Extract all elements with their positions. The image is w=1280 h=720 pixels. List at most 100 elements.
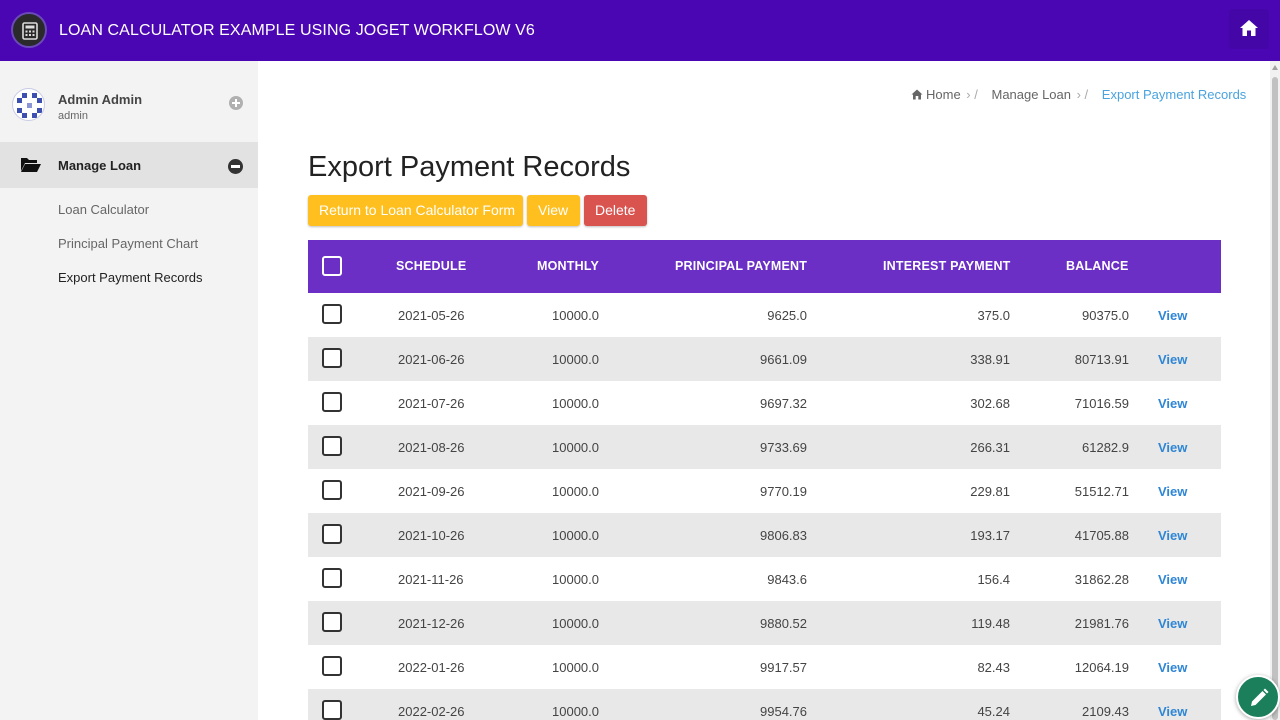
row-view-link[interactable]: View bbox=[1158, 616, 1187, 631]
return-to-form-button[interactable]: Return to Loan Calculator Form bbox=[308, 195, 523, 226]
row-view-link[interactable]: View bbox=[1158, 440, 1187, 455]
table-row[interactable]: 2021-05-26 10000.0 9625.0 375.0 90375.0 View bbox=[308, 293, 1221, 337]
row-checkbox[interactable] bbox=[322, 348, 342, 368]
edit-fab-button[interactable] bbox=[1236, 675, 1280, 719]
user-name: Admin Admin bbox=[58, 92, 143, 107]
column-header-schedule[interactable]: SCHEDULE bbox=[396, 259, 466, 273]
cell-principal-payment: 9843.6 bbox=[767, 572, 807, 587]
cell-interest-payment: 45.24 bbox=[977, 704, 1010, 719]
row-view-link[interactable]: View bbox=[1158, 352, 1187, 367]
sidebar-category-manage-loan[interactable]: Manage Loan bbox=[0, 142, 258, 188]
cell-interest-payment: 229.81 bbox=[970, 484, 1010, 499]
view-button[interactable]: View bbox=[527, 195, 580, 226]
cell-principal-payment: 9880.52 bbox=[760, 616, 807, 631]
row-checkbox[interactable] bbox=[322, 480, 342, 500]
row-checkbox[interactable] bbox=[322, 392, 342, 412]
table-row[interactable]: 2021-11-26 10000.0 9843.6 156.4 31862.28 View bbox=[308, 557, 1221, 601]
cell-monthly: 10000.0 bbox=[552, 616, 599, 631]
row-checkbox[interactable] bbox=[322, 436, 342, 456]
cell-schedule: 2021-06-26 bbox=[398, 352, 465, 367]
row-view-link[interactable]: View bbox=[1158, 572, 1187, 587]
cell-schedule: 2022-01-26 bbox=[398, 660, 465, 675]
cell-monthly: 10000.0 bbox=[552, 704, 599, 719]
cell-monthly: 10000.0 bbox=[552, 484, 599, 499]
cell-principal-payment: 9733.69 bbox=[760, 440, 807, 455]
cell-principal-payment: 9661.09 bbox=[760, 352, 807, 367]
row-view-link[interactable]: View bbox=[1158, 484, 1187, 499]
calculator-icon[interactable] bbox=[11, 12, 47, 48]
pencil-icon bbox=[1251, 688, 1269, 706]
cell-principal-payment: 9806.83 bbox=[760, 528, 807, 543]
user-role: admin bbox=[58, 110, 88, 122]
sidebar-category-label: Manage Loan bbox=[58, 158, 142, 173]
cell-schedule: 2021-07-26 bbox=[398, 396, 465, 411]
row-view-link[interactable]: View bbox=[1158, 528, 1187, 543]
table-row[interactable]: 2022-02-26 10000.0 9954.76 45.24 2109.43 View bbox=[308, 689, 1221, 720]
cell-monthly: 10000.0 bbox=[552, 308, 599, 323]
cell-schedule: 2021-08-26 bbox=[398, 440, 465, 455]
page-title: Export Payment Records bbox=[308, 151, 631, 183]
cell-interest-payment: 302.68 bbox=[970, 396, 1010, 411]
cell-schedule: 2021-12-26 bbox=[398, 616, 465, 631]
home-button[interactable] bbox=[1229, 9, 1269, 49]
collapse-minus-icon[interactable] bbox=[228, 159, 243, 174]
app-header: LOAN CALCULATOR EXAMPLE USING JOGET WORK… bbox=[0, 0, 1280, 61]
cell-schedule: 2022-02-26 bbox=[398, 704, 465, 719]
cell-interest-payment: 338.91 bbox=[970, 352, 1010, 367]
breadcrumb-separator: › / bbox=[1073, 87, 1089, 102]
cell-interest-payment: 119.48 bbox=[971, 616, 1010, 631]
delete-button[interactable]: Delete bbox=[584, 195, 647, 226]
sidebar-item-loan-calculator[interactable]: Loan Calculator bbox=[58, 202, 149, 217]
table-row[interactable]: 2021-10-26 10000.0 9806.83 193.17 41705.88 Vi… bbox=[308, 513, 1221, 557]
row-view-link[interactable]: View bbox=[1158, 308, 1187, 323]
table-header: SCHEDULE MONTHLY PRINCIPAL PAYMENT INTER… bbox=[308, 240, 1221, 293]
cell-interest-payment: 266.31 bbox=[970, 440, 1010, 455]
cell-monthly: 10000.0 bbox=[552, 440, 599, 455]
cell-monthly: 10000.0 bbox=[552, 396, 599, 411]
breadcrumb-parent[interactable]: Manage Loan bbox=[991, 87, 1071, 102]
row-checkbox[interactable] bbox=[322, 700, 342, 720]
scroll-thumb[interactable] bbox=[1272, 77, 1278, 720]
row-view-link[interactable]: View bbox=[1158, 704, 1187, 719]
row-view-link[interactable]: View bbox=[1158, 396, 1187, 411]
row-view-link[interactable]: View bbox=[1158, 660, 1187, 675]
table-row[interactable]: 2021-08-26 10000.0 9733.69 266.31 61282.9 Vie… bbox=[308, 425, 1221, 469]
row-checkbox[interactable] bbox=[322, 304, 342, 324]
cell-interest-payment: 82.43 bbox=[977, 660, 1010, 675]
cell-principal-payment: 9917.57 bbox=[760, 660, 807, 675]
table-row[interactable]: 2022-01-26 10000.0 9917.57 82.43 12064.19 Vie… bbox=[308, 645, 1221, 689]
cell-monthly: 10000.0 bbox=[552, 572, 599, 587]
avatar[interactable] bbox=[12, 88, 45, 121]
cell-schedule: 2021-11-26 bbox=[398, 572, 464, 587]
row-checkbox[interactable] bbox=[322, 524, 342, 544]
column-header-principal-payment[interactable]: PRINCIPAL PAYMENT bbox=[675, 259, 807, 273]
scrollbar[interactable] bbox=[1270, 61, 1280, 720]
sidebar-item-principal-payment-chart[interactable]: Principal Payment Chart bbox=[58, 236, 198, 251]
user-profile: Admin Admin admin bbox=[0, 61, 258, 141]
breadcrumb-home[interactable]: Home bbox=[926, 87, 961, 102]
app-title: LOAN CALCULATOR EXAMPLE USING JOGET WORK… bbox=[59, 22, 535, 39]
row-checkbox[interactable] bbox=[322, 612, 342, 632]
sidebar-item-export-payment-records[interactable]: Export Payment Records bbox=[58, 270, 203, 285]
column-header-interest-payment[interactable]: INTEREST PAYMENT bbox=[883, 259, 1011, 273]
row-checkbox[interactable] bbox=[322, 568, 342, 588]
cell-balance: 61282.9 bbox=[1082, 440, 1129, 455]
column-header-monthly[interactable]: MONTHLY bbox=[537, 259, 599, 273]
cell-balance: 90375.0 bbox=[1082, 308, 1129, 323]
cell-interest-payment: 156.4 bbox=[977, 572, 1010, 587]
breadcrumb-current[interactable]: Export Payment Records bbox=[1102, 87, 1247, 102]
cell-principal-payment: 9625.0 bbox=[767, 308, 807, 323]
expand-plus-icon[interactable] bbox=[229, 96, 243, 110]
cell-schedule: 2021-09-26 bbox=[398, 484, 465, 499]
table-row[interactable]: 2021-07-26 10000.0 9697.32 302.68 71016.59 Vi… bbox=[308, 381, 1221, 425]
row-checkbox[interactable] bbox=[322, 656, 342, 676]
cell-balance: 41705.88 bbox=[1074, 528, 1129, 543]
table-row[interactable]: 2021-09-26 10000.0 9770.19 229.81 51512.71 Vi… bbox=[308, 469, 1221, 513]
select-all-checkbox[interactable] bbox=[322, 256, 342, 276]
column-header-balance[interactable]: BALANCE bbox=[1066, 259, 1129, 273]
table-row[interactable]: 2021-12-26 10000.0 9880.52 119.48 21981.76 Vi… bbox=[308, 601, 1221, 645]
cell-principal-payment: 9954.76 bbox=[760, 704, 807, 719]
cell-monthly: 10000.0 bbox=[552, 352, 599, 367]
scroll-up-arrow-icon[interactable] bbox=[1272, 65, 1278, 70]
table-row[interactable]: 2021-06-26 10000.0 9661.09 338.91 80713.91 Vi… bbox=[308, 337, 1221, 381]
